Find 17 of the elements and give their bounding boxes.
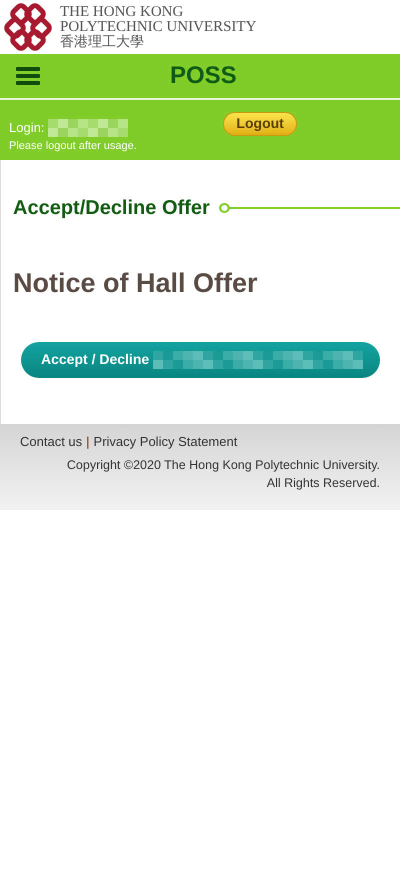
university-name: POLYTECHNIC UNIVERSITY (60, 20, 256, 34)
app-title: POSS (170, 61, 237, 91)
menu-icon[interactable] (16, 67, 40, 85)
link-separator: | (86, 433, 90, 451)
login-label: Login: (9, 119, 44, 137)
copyright-text: Copyright ©2020 The Hong Kong Polytechnic University. (66, 456, 380, 474)
contact-link[interactable]: Contact us (20, 432, 82, 452)
knot-logo-icon (4, 3, 52, 51)
university-chinese-name: 香港理工大學 (60, 34, 145, 50)
rights-text: All Rights Reserved. (266, 475, 380, 492)
notice-title: Notice of Hall Offer (12, 267, 259, 300)
logout-button[interactable]: Logout (223, 112, 297, 136)
logout-note: Please logout after usage. (9, 138, 138, 154)
accept-decline-button[interactable]: Accept / Decline (21, 342, 380, 378)
section-title: Accept/Decline Offer (13, 196, 210, 221)
privacy-policy-link[interactable]: Privacy Policy Statement (94, 432, 238, 452)
university-name: THE HONG KONG (60, 4, 184, 20)
